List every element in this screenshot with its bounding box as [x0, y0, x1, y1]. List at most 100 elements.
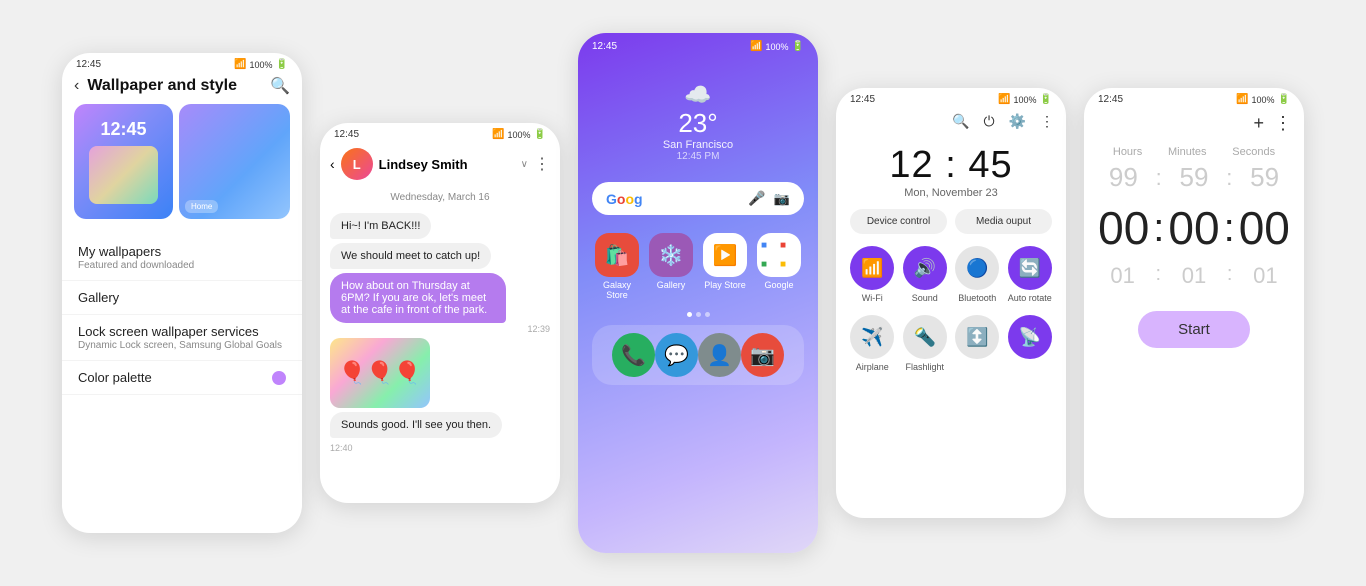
qs-button-row: Device control Media ouput [836, 201, 1066, 242]
colon-btm-2: : [1227, 263, 1233, 289]
dot-1 [687, 312, 692, 317]
app-grid: 🛍️ Galaxy Store ❄️ Gallery ▶️ Play Store… [578, 225, 818, 308]
date-divider: Wednesday, March 16 [320, 186, 560, 209]
clock-time: 12 : 45 [836, 144, 1066, 187]
top-hours: 99 [1109, 162, 1138, 193]
message-header: ‹ L Lindsey Smith ∨ ⋮ [320, 142, 560, 186]
google-logo: Goog [606, 191, 643, 207]
more-icon-qs[interactable]: ⋮ [1040, 113, 1054, 130]
more-options-icon[interactable]: ⋮ [534, 154, 550, 174]
search-icon[interactable]: 🔍 [270, 76, 290, 96]
wifi-toggle-icon: 📶 [850, 246, 894, 290]
dock-messages[interactable]: 💬 [655, 333, 698, 377]
status-icons-1: 📶 100% 🔋 [234, 59, 288, 70]
back-icon[interactable]: ‹ [74, 77, 79, 95]
clock-date: Mon, November 23 [836, 187, 1066, 199]
toggle-autorotate[interactable]: 🔄 Auto rotate [1008, 246, 1053, 303]
autorotate-toggle-icon: 🔄 [1008, 246, 1052, 290]
toggle-bluetooth[interactable]: 🔵 Bluetooth [955, 246, 1000, 303]
sw-header: + ⋮ [1084, 107, 1304, 138]
status-bar-1: 12:45 📶 100% 🔋 [62, 53, 302, 72]
colon-top-2: : [1226, 165, 1232, 191]
toggle-rotate-alt[interactable]: ↕️ [955, 315, 1000, 372]
toggle-wifi[interactable]: 📶 Wi-Fi [850, 246, 895, 303]
media-output-btn[interactable]: Media ouput [955, 209, 1052, 234]
battery-icon-2: 🔋 [534, 129, 546, 140]
top-seconds: 59 [1250, 162, 1279, 193]
toggle-flashlight[interactable]: 🔦 Flashlight [903, 315, 948, 372]
clock-display: 12 : 45 Mon, November 23 [836, 134, 1066, 201]
label-seconds: Seconds [1232, 146, 1275, 158]
lens-icon[interactable]: 📷 [774, 191, 790, 207]
settings-icon-qs[interactable]: ⚙️ [1009, 113, 1026, 130]
menu-item-color-palette[interactable]: Color palette [62, 361, 302, 395]
label-hours: Hours [1113, 146, 1142, 158]
toggle-sound[interactable]: 🔊 Sound [903, 246, 948, 303]
status-time-1: 12:45 [76, 59, 101, 70]
main-seconds: 00 [1239, 201, 1290, 255]
battery-icon-5: 🔋 [1278, 94, 1290, 105]
bluetooth-toggle-icon: 🔵 [955, 246, 999, 290]
wallpaper-preview: 12:45 Home [62, 104, 302, 229]
menu-item-gallery[interactable]: Gallery [62, 281, 302, 315]
app-play-store[interactable]: ▶️ Play Store [702, 233, 748, 300]
contact-avatar: L [341, 148, 373, 180]
message-bubble-1: Hi~! I'm BACK!!! [330, 213, 431, 239]
search-bar[interactable]: Goog 🎤 📷 [592, 182, 804, 215]
back-icon-msg[interactable]: ‹ [330, 156, 335, 172]
app-google[interactable]: ■■ ■■ Google [756, 233, 802, 300]
plus-icon[interactable]: + [1253, 113, 1264, 134]
weather-widget: ☁️ 23° San Francisco 12:45 PM [578, 52, 818, 172]
message-bubble-2: We should meet to catch up! [330, 243, 491, 269]
battery-icon-4: 🔋 [1040, 94, 1052, 105]
device-control-btn[interactable]: Device control [850, 209, 947, 234]
qs-toggle-grid-2: ✈️ Airplane 🔦 Flashlight ↕️ 📡 [836, 311, 1066, 380]
wallpaper-thumb-1[interactable]: 12:45 [74, 104, 173, 219]
app-gallery[interactable]: ❄️ Gallery [648, 233, 694, 300]
wallpaper-thumb-2[interactable]: Home [179, 104, 290, 219]
dock-contacts[interactable]: 👤 [698, 333, 741, 377]
dock-camera[interactable]: 📷 [741, 333, 784, 377]
status-time-2: 12:45 [334, 129, 359, 140]
menu-item-lock-screen[interactable]: Lock screen wallpaper services Dynamic L… [62, 315, 302, 361]
page-dots [578, 308, 818, 321]
wp-time: 12:45 [100, 119, 146, 140]
phone-quick-settings: 12:45 📶 100% 🔋 🔍 ⏻ ⚙️ ⋮ 12 : 45 Mon, Nov… [836, 88, 1066, 518]
start-button[interactable]: Start [1138, 311, 1250, 348]
chevron-down-icon: ∨ [521, 159, 528, 170]
status-time-3: 12:45 [592, 41, 617, 52]
wallpaper-menu: My wallpapers Featured and downloaded Ga… [62, 229, 302, 401]
sw-labels: Hours Minutes Seconds [1084, 138, 1304, 160]
toggle-nfc[interactable]: 📡 [1008, 315, 1053, 372]
color-dot [272, 371, 286, 385]
status-bar-2: 12:45 📶 100% 🔋 [320, 123, 560, 142]
dot-3 [705, 312, 710, 317]
wifi-icon: 📶 [234, 59, 246, 70]
more-icon-sw[interactable]: ⋮ [1274, 113, 1292, 134]
status-bar-3: 12:45 📶 100% 🔋 [578, 33, 818, 52]
sw-top-nums: 99 : 59 : 59 [1084, 160, 1304, 195]
menu-item-my-wallpapers[interactable]: My wallpapers Featured and downloaded [62, 235, 302, 281]
search-icon-qs[interactable]: 🔍 [952, 113, 969, 130]
status-icons-4: 📶 100% 🔋 [998, 94, 1052, 105]
message-bubble-3: How about on Thursday at 6PM? If you are… [330, 273, 506, 323]
battery-icon: 🔋 [276, 59, 288, 70]
app-galaxy-store[interactable]: 🛍️ Galaxy Store [594, 233, 640, 300]
dock-phone[interactable]: 📞 [612, 333, 655, 377]
btm-seconds: 01 [1253, 263, 1277, 289]
toggle-airplane[interactable]: ✈️ Airplane [850, 315, 895, 372]
wallpaper-header: ‹ Wallpaper and style 🔍 [62, 72, 302, 104]
page-title-wallpaper: Wallpaper and style [87, 77, 262, 95]
sound-toggle-icon: 🔊 [903, 246, 947, 290]
btm-minutes: 01 [1182, 263, 1206, 289]
signal-text-2: 100% [508, 130, 531, 140]
status-icons-3: 📶 100% 🔋 [750, 41, 804, 52]
airplane-toggle-icon: ✈️ [850, 315, 894, 359]
power-icon-qs[interactable]: ⏻ [983, 113, 994, 130]
contact-name: Lindsey Smith [379, 157, 515, 172]
flashlight-toggle-icon: 🔦 [903, 315, 947, 359]
qs-toggle-grid: 📶 Wi-Fi 🔊 Sound 🔵 Bluetooth 🔄 Auto rotat… [836, 242, 1066, 311]
mic-icon[interactable]: 🎤 [748, 190, 765, 207]
nfc-toggle-icon: 📡 [1008, 315, 1052, 359]
phone-messages: 12:45 📶 100% 🔋 ‹ L Lindsey Smith ∨ ⋮ Wed… [320, 123, 560, 503]
